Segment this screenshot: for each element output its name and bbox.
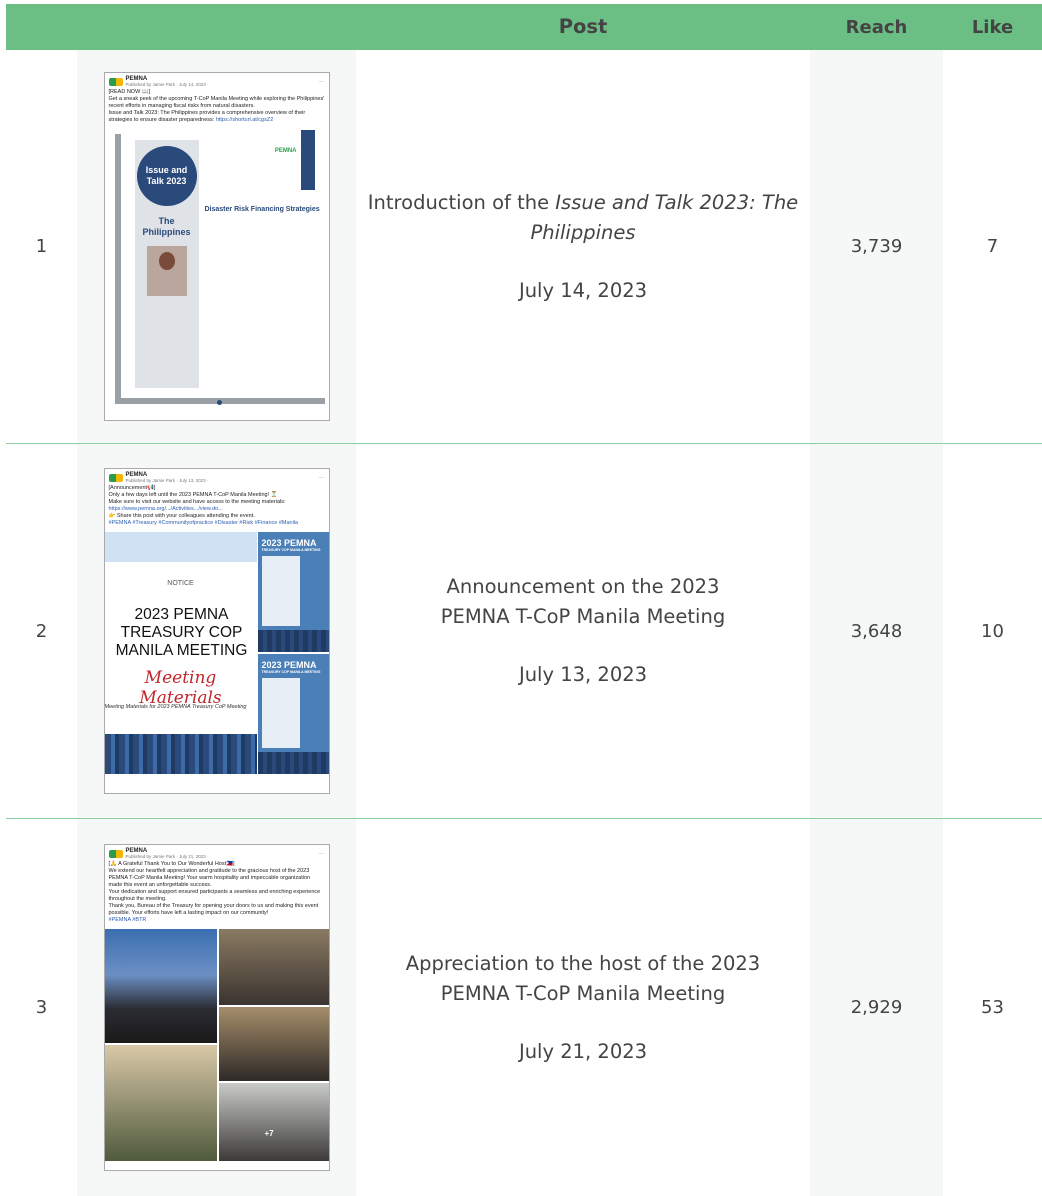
more-options-icon: ···: [319, 78, 325, 85]
reach-value: 3,648: [810, 444, 943, 818]
table-row: 3 PEMNA Published by Jamie Park · July 2…: [6, 819, 1042, 1196]
materials-caption: Meeting Materials for 2023 PEMNA Treasur…: [104, 704, 247, 710]
post-date: July 13, 2023: [518, 663, 648, 686]
post-title: Introduction of the Issue and Talk 2023:…: [367, 190, 799, 244]
reach-value: 3,739: [810, 50, 943, 443]
portrait-photo: [146, 246, 187, 296]
post-text: [Announcement📢]: [108, 485, 156, 491]
post-preview: PEMNA Published by Jamie Park · July 21,…: [103, 844, 330, 1171]
post-description: Introduction of the Issue and Talk 2023:…: [356, 50, 810, 443]
header-num: [6, 4, 77, 50]
post-image: NOTICE 2023 PEMNA TREASURY COP MANILA ME…: [104, 532, 329, 774]
post-text: Make sure to visit our website and have …: [108, 499, 286, 505]
header-reach: Reach: [845, 16, 908, 38]
post-meta: Published by Jamie Park · July 21, 2023 …: [125, 854, 209, 859]
post-title: Appreciation to the host of the 2023 PEM…: [405, 951, 761, 1005]
table-row: 2 PEMNA Published by Jamie Park · July 1…: [6, 444, 1042, 819]
agenda-panel: 2023 PEMNA TREASURY COP MANILA MEETING: [257, 532, 329, 652]
pemna-logo-icon: [108, 849, 123, 858]
post-thumbnail[interactable]: PEMNA Published by Jamie Park · July 13,…: [77, 444, 356, 818]
post-text: Thank you, Bureau of the Treasury for op…: [108, 903, 319, 916]
meeting-title: 2023 PEMNA TREASURY COP MANILA MEETING: [115, 606, 248, 659]
post-meta: Published by Jamie Park · July 14, 2023 …: [125, 82, 209, 87]
header-thumb: [77, 4, 356, 50]
row-number: 1: [6, 50, 77, 443]
post-meta: Published by Jamie Park · July 13, 2023 …: [125, 478, 209, 483]
photo-collage: +7: [104, 929, 329, 1161]
posts-table: Post Reach Like 1 PEMNA Published by Jam…: [6, 4, 1042, 1196]
doc-country: The Philippines: [142, 216, 191, 237]
post-thumbnail[interactable]: PEMNA Published by Jamie Park · July 14,…: [77, 50, 356, 443]
post-text: Your dedication and support ensured part…: [108, 889, 321, 902]
post-date: July 21, 2023: [518, 1039, 648, 1063]
event-photo: [218, 929, 329, 1005]
document-cover: Issue and Talk 2023 The Philippines PEMN…: [108, 130, 325, 415]
event-photo: [218, 1083, 329, 1161]
header-post: Post: [558, 15, 608, 38]
more-options-icon: ···: [319, 474, 325, 481]
doc-logo: PEMNA: [274, 148, 297, 154]
like-value: 53: [943, 819, 1042, 1196]
city-skyline: [104, 734, 257, 774]
doc-heading: Disaster Risk Financing Strategies: [204, 206, 320, 213]
post-date: July 14, 2023: [518, 278, 648, 302]
post-preview: PEMNA Published by Jamie Park · July 14,…: [103, 72, 330, 421]
post-text: We extend our heartfelt appreciation and…: [108, 868, 311, 888]
event-photo: [218, 1007, 329, 1081]
notice-label: NOTICE: [167, 580, 194, 587]
post-text: Issue and Talk 2023: The Philippines pro…: [108, 110, 306, 123]
more-photos-count[interactable]: +7: [265, 1129, 274, 1138]
doc-title: Issue and Talk 2023: [136, 146, 197, 206]
post-description: Announcement on the 2023 PEMNA T-CoP Man…: [356, 444, 810, 818]
pemna-logo-icon: [108, 473, 123, 482]
speaker-photo: [104, 1045, 217, 1161]
like-value: 10: [943, 444, 1042, 818]
post-link: https://shorturl.at/cgsZ2: [215, 117, 274, 123]
table-header: Post Reach Like: [6, 4, 1042, 50]
post-link: https://www.pemna.org/.../Activities.../…: [108, 506, 223, 512]
post-text: Get a sneak peek of the upcoming T-CoP M…: [108, 96, 325, 109]
row-number: 3: [6, 819, 77, 1196]
post-hashtags: #PEMNA #Treasury #Communityofpractice #D…: [108, 520, 299, 526]
post-description: Appreciation to the host of the 2023 PEM…: [356, 819, 810, 1196]
post-hashtags: #PEMNA #BTR: [108, 917, 147, 923]
post-text: Only a few days left until the 2023 PEMN…: [108, 492, 278, 498]
materials-script: Meeting Materials: [139, 668, 222, 708]
post-text: [🙏 A Grateful Thank You to Our Wonderful…: [108, 861, 235, 867]
pemna-logo-icon: [108, 77, 123, 86]
post-preview: PEMNA Published by Jamie Park · July 13,…: [103, 468, 330, 794]
row-number: 2: [6, 444, 77, 818]
post-title: Announcement on the 2023 PEMNA T-CoP Man…: [440, 575, 726, 628]
more-options-icon: ···: [319, 850, 325, 857]
table-row: 1 PEMNA Published by Jamie Park · July 1…: [6, 50, 1042, 444]
post-text: [READ NOW 📖]: [108, 89, 151, 95]
agenda-panel: 2023 PEMNA TREASURY COP MANILA MEETING: [257, 654, 329, 774]
like-value: 7: [943, 50, 1042, 443]
reach-value: 2,929: [810, 819, 943, 1196]
group-photo: [104, 929, 217, 1043]
post-text: 👉 Share this post with your colleagues a…: [108, 513, 255, 519]
post-thumbnail[interactable]: PEMNA Published by Jamie Park · July 21,…: [77, 819, 356, 1196]
header-like: Like: [971, 16, 1014, 38]
